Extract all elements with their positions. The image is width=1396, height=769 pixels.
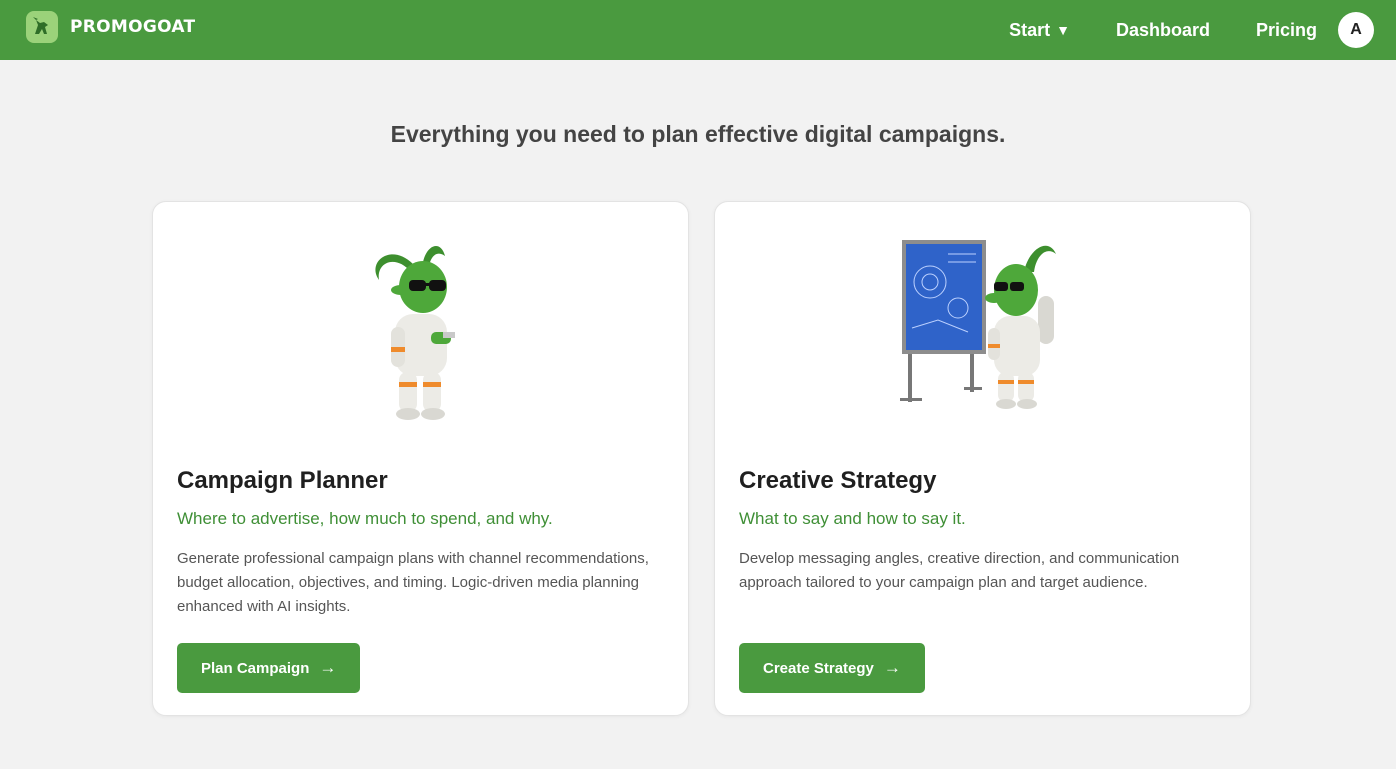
top-navbar: PROMOGOAT Start ▼ Dashboard Pricing A: [0, 0, 1396, 60]
nav-pricing[interactable]: Pricing: [1256, 20, 1317, 41]
button-label: Plan Campaign: [201, 659, 310, 677]
card-subtitle: What to say and how to say it.: [739, 509, 966, 528]
goat-logo-icon: [26, 11, 58, 43]
creative-strategy-card: Creative Strategy What to say and how to…: [714, 201, 1251, 716]
card-title: Campaign Planner: [177, 467, 388, 494]
goat-astronaut-illustration: [153, 232, 688, 432]
create-strategy-button[interactable]: Create Strategy →: [739, 643, 925, 693]
plan-campaign-button[interactable]: Plan Campaign →: [177, 643, 361, 693]
caret-down-icon: ▼: [1056, 22, 1070, 38]
campaign-planner-card: Campaign Planner Where to advertise, how…: [152, 201, 689, 716]
card-description: Develop messaging angles, creative direc…: [739, 550, 1180, 591]
card-description: Generate professional campaign plans wit…: [177, 550, 649, 615]
arrow-right-icon: →: [883, 658, 901, 677]
brand-name: PROMOGOAT: [70, 17, 196, 37]
card-title: Creative Strategy: [739, 467, 937, 494]
nav-dashboard[interactable]: Dashboard: [1116, 20, 1210, 41]
brand-logo[interactable]: PROMOGOAT: [26, 11, 195, 43]
goat-blueprint-illustration: [715, 232, 1250, 432]
main-nav: Start ▼ Dashboard Pricing A: [1009, 0, 1374, 60]
nav-start-label: Start: [1009, 19, 1051, 40]
button-label: Create Strategy: [763, 659, 874, 677]
arrow-right-icon: →: [319, 658, 337, 677]
nav-start-dropdown[interactable]: Start ▼: [1009, 20, 1070, 41]
page-tagline: Everything you need to plan effective di…: [390, 121, 1006, 147]
card-subtitle: Where to advertise, how much to spend, a…: [177, 509, 553, 528]
user-avatar[interactable]: A: [1338, 12, 1374, 48]
